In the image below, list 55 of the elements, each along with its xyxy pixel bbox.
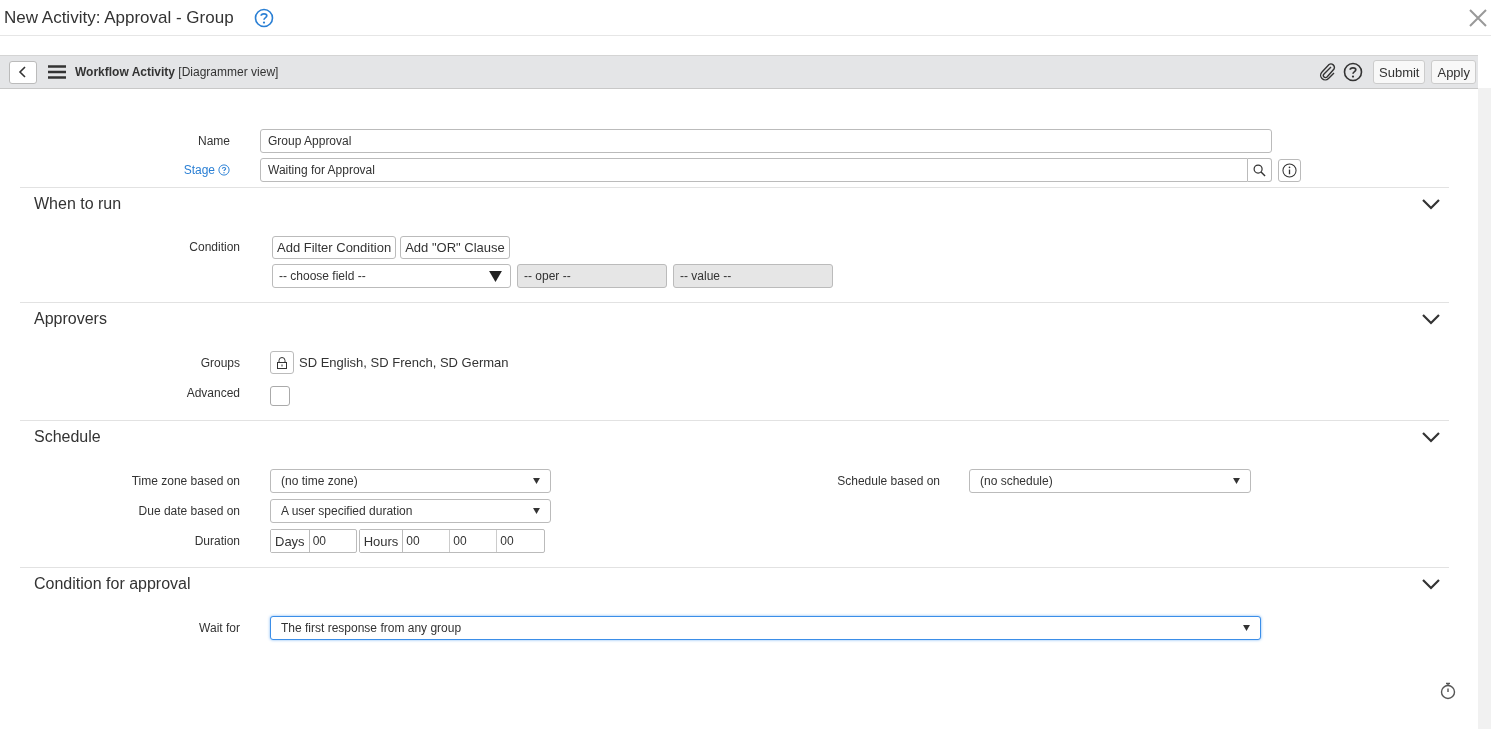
dialog-title: New Activity: Approval - Group [4,7,234,28]
select-field[interactable]: (no time zone) [270,469,551,493]
caret-icon [1233,478,1240,484]
help-icon[interactable] [1343,62,1363,82]
search-button[interactable] [1248,158,1272,182]
chevron-icon[interactable] [1421,313,1441,325]
value-field: -- value -- [673,264,833,288]
field-label: Condition [188,239,241,254]
stage-field[interactable]: Waiting for Approval [260,158,1248,182]
section-title: Schedule [34,428,101,446]
section-title: Condition for approval [34,575,191,593]
lock-button[interactable] [270,351,294,374]
caret-icon [533,508,540,514]
field-label: Name [197,134,231,148]
filter-button[interactable]: Add Filter Condition [272,236,397,259]
header-button[interactable]: Submit [1373,60,1426,84]
name-field[interactable]: Group Approval [260,129,1272,153]
field-label: Advanced [185,386,241,400]
caret-icon [489,270,502,282]
select-field[interactable]: A user specified duration [270,499,551,523]
field-label: Wait for [198,621,241,635]
chevron-icon[interactable] [1421,431,1441,443]
select-field[interactable]: (no schedule) [969,469,1251,493]
form-title: Workflow Activity [Diagrammer view] [75,65,279,79]
close-icon[interactable] [1469,8,1487,27]
paperclip-icon[interactable] [1319,63,1337,81]
scrollbar[interactable] [1478,88,1491,729]
chevron-icon[interactable] [1421,198,1441,210]
header-button[interactable]: Apply [1431,60,1476,84]
back-button[interactable] [9,60,37,84]
advanced-checkbox[interactable] [270,386,290,406]
days-field[interactable]: Days 00 [270,529,357,553]
field-label: Due date based on [137,504,241,518]
field-label: Duration [193,534,241,548]
info-button[interactable] [1278,158,1301,182]
hours-field[interactable]: Hours 00 00 00 [358,529,546,553]
caret-icon [1243,625,1250,631]
menu-icon[interactable] [47,64,67,80]
section-title: When to run [34,195,122,213]
chevron-icon[interactable] [1421,578,1441,590]
filter-button[interactable]: Add "OR" Clause [400,236,510,259]
stopwatch-icon[interactable] [1439,682,1457,700]
back-icon [17,66,29,78]
field-select[interactable]: -- choose field -- [272,264,511,288]
lock-icon [276,356,288,369]
caret-icon [533,478,540,484]
stage-link[interactable]: Stage [183,163,215,177]
field-label: Groups [199,355,241,370]
select-field[interactable]: The first response from any group [270,616,1261,640]
field-label: Time zone based on [130,474,241,488]
search-icon [1253,163,1266,177]
field-label: Schedule based on [836,474,941,488]
groups-value: SD English, SD French, SD German [299,355,509,370]
section-title: Approvers [34,310,107,328]
info-icon [1282,162,1297,178]
